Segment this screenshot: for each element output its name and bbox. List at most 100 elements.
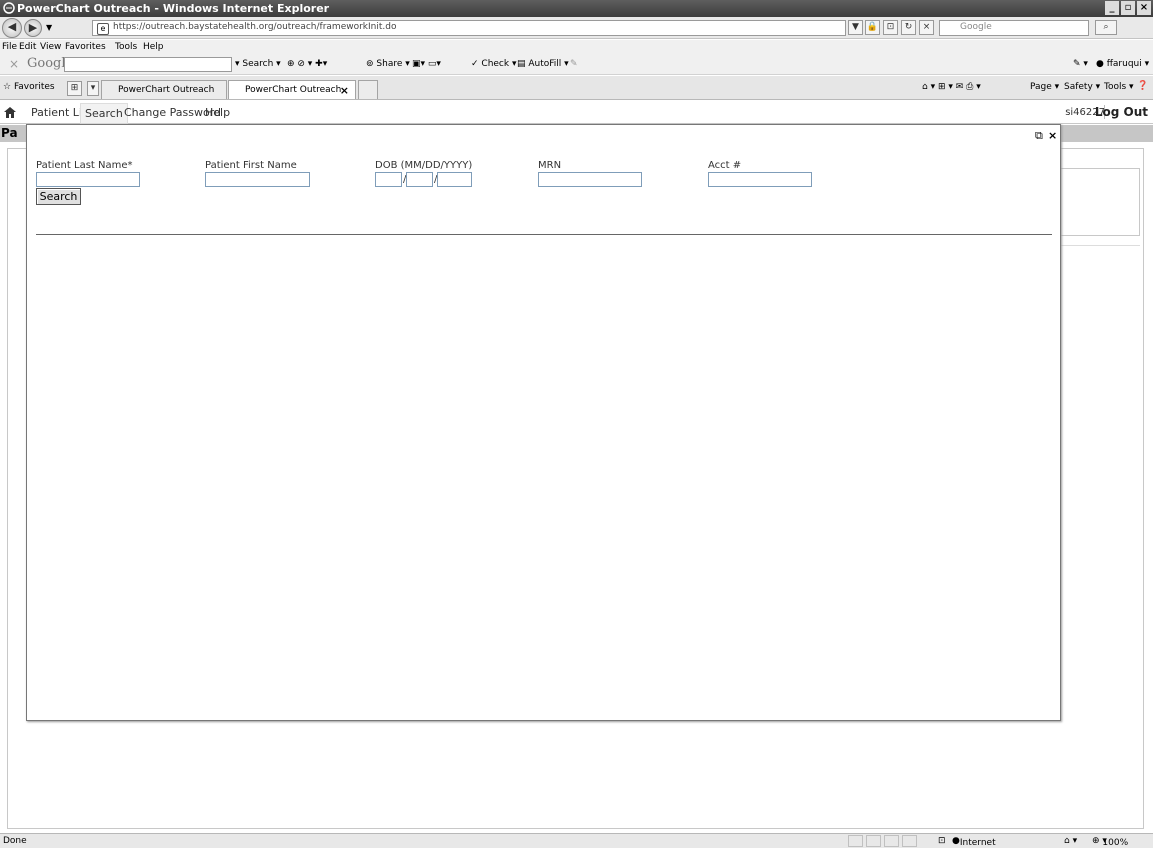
safety-menu-label: Safety: [1064, 82, 1093, 92]
help-icon[interactable]: ❓: [1137, 81, 1148, 91]
protected-mode-icon[interactable]: ⊡: [938, 836, 946, 846]
autofill-label: AutoFill: [528, 59, 562, 69]
acct-input[interactable]: [708, 172, 812, 187]
zone-label: Internet: [959, 838, 996, 848]
status-cell: [884, 835, 899, 847]
zoom-level: 100%: [1102, 838, 1129, 848]
acct-label: Acct #: [708, 160, 742, 171]
spell-check-button[interactable]: ✓ Check ▾: [471, 59, 516, 69]
google-toolbar: × Google ▾ Search ▾ ⊕ ⊘ ▾ ✚▾ ⊚ Share ▾ ▣…: [0, 54, 1153, 75]
page-menu-label: Page: [1030, 82, 1052, 92]
google-search-button[interactable]: ▾ Search ▾: [235, 59, 281, 69]
quick-tabs-icon[interactable]: ⊞: [67, 81, 82, 96]
mrn-input[interactable]: [538, 172, 642, 187]
favorites-bar: ☆ Favorites ⊞ ▾ PowerChart Outreach Powe…: [0, 76, 1153, 100]
close-dialog-icon[interactable]: ×: [1048, 129, 1057, 142]
last-name-input[interactable]: [36, 172, 140, 187]
maximize-button[interactable]: ▫: [1121, 1, 1135, 15]
home-icon[interactable]: ⌂ ▾ ⊞ ▾ ✉ ⎙ ▾: [922, 82, 981, 92]
autofill-button[interactable]: ▤ AutoFill ▾: [517, 59, 569, 69]
toolbar-icons[interactable]: ⊕ ⊘ ▾ ✚▾: [287, 59, 327, 69]
dob-year-input[interactable]: [437, 172, 472, 187]
toolbar-highlight-icons[interactable]: ▣▾ ▭▾: [412, 59, 441, 69]
menu-bar: File Edit View Favorites Tools Help: [0, 40, 1153, 54]
refresh-icon[interactable]: ↻: [901, 20, 916, 35]
background-box: [1058, 168, 1140, 236]
logout-link[interactable]: Log Out: [1095, 105, 1148, 119]
first-name-label: Patient First Name: [205, 160, 297, 171]
page-title: Pa: [1, 126, 18, 140]
restore-icon[interactable]: ⧉: [1035, 129, 1043, 143]
menu-tools[interactable]: Tools: [115, 42, 137, 52]
address-toolbar: ◀ ▶ ▼ e https://outreach.baystatehealth.…: [0, 17, 1153, 39]
tab-powerchart-2[interactable]: PowerChart Outreach ×: [228, 80, 356, 99]
compatibility-view-icon[interactable]: ⊡: [883, 20, 898, 35]
address-url: https://outreach.baystatehealth.org/outr…: [113, 22, 397, 32]
back-button[interactable]: ◀: [2, 18, 22, 38]
tab-label: PowerChart Outreach: [118, 85, 215, 95]
share-label: Share: [376, 59, 403, 69]
app-nav: Patient List Search Change Password Help…: [0, 101, 1153, 124]
favorites-button[interactable]: ☆ Favorites: [3, 82, 55, 92]
zoom-control[interactable]: ⊕ 100% ▾: [1092, 836, 1128, 848]
tab-powerchart-1[interactable]: PowerChart Outreach: [101, 80, 227, 99]
address-bar[interactable]: e https://outreach.baystatehealth.org/ou…: [92, 20, 846, 36]
page-menu[interactable]: Page ▾: [1030, 82, 1059, 92]
window-title-bar: PowerChart Outreach - Windows Internet E…: [0, 0, 1153, 17]
page-icon: e: [97, 23, 109, 35]
menu-help[interactable]: Help: [143, 42, 164, 52]
google-search-input[interactable]: [64, 57, 232, 72]
address-dropdown-icon[interactable]: ▼: [848, 20, 863, 35]
stop-icon[interactable]: ×: [919, 20, 934, 35]
tab-list-icon[interactable]: ▾: [87, 81, 99, 96]
tools-menu-label: Tools: [1104, 82, 1127, 92]
status-bar: Done ⊡ ● Internet ⌂ ▾ ⊕ 100% ▾: [0, 833, 1153, 848]
home-icon[interactable]: [4, 107, 16, 118]
close-window-button[interactable]: ×: [1137, 1, 1151, 15]
lock-icon[interactable]: 🔒: [865, 20, 880, 35]
close-toolbar-icon[interactable]: ×: [9, 57, 19, 71]
close-tab-icon[interactable]: ×: [340, 84, 349, 97]
menu-view[interactable]: View: [40, 42, 61, 52]
menu-edit[interactable]: Edit: [19, 42, 36, 52]
check-label: Check: [481, 59, 510, 69]
minimize-button[interactable]: _: [1105, 1, 1119, 15]
tab-label: PowerChart Outreach: [245, 85, 342, 95]
internet-zone[interactable]: ● Internet: [952, 836, 996, 848]
search-button[interactable]: Search: [36, 188, 81, 205]
safety-menu[interactable]: Safety ▾: [1064, 82, 1100, 92]
google-search-label: Search: [242, 59, 274, 69]
background-divider: [1058, 245, 1140, 246]
account-button[interactable]: ● ffaruqui ▾: [1096, 59, 1149, 69]
status-text: Done: [3, 836, 27, 846]
search-placeholder: Google: [960, 22, 992, 32]
toolbar-settings-icon[interactable]: ✎ ▾: [1073, 59, 1088, 69]
patient-search-dialog: ⧉ × Patient Last Name* Patient First Nam…: [26, 124, 1061, 721]
ie-logo-icon: [3, 2, 15, 14]
recent-pages-dropdown-icon[interactable]: ▼: [46, 23, 52, 32]
dob-day-input[interactable]: [406, 172, 433, 187]
dob-month-input[interactable]: [375, 172, 402, 187]
last-name-label: Patient Last Name*: [36, 160, 133, 171]
status-cell: [848, 835, 863, 847]
status-cell: [866, 835, 881, 847]
search-input[interactable]: Google: [939, 20, 1089, 36]
share-button[interactable]: ⊚ Share ▾: [366, 59, 410, 69]
forward-button[interactable]: ▶: [24, 19, 42, 37]
mrn-label: MRN: [538, 160, 562, 171]
new-tab-button[interactable]: [358, 80, 378, 99]
manage-addons-icon[interactable]: ⌂ ▾: [1064, 836, 1077, 846]
menu-file[interactable]: File: [2, 42, 17, 52]
search-go-icon[interactable]: ⌕: [1095, 20, 1117, 35]
nav-search[interactable]: Search: [80, 103, 128, 124]
window-title: PowerChart Outreach - Windows Internet E…: [17, 2, 330, 15]
first-name-input[interactable]: [205, 172, 310, 187]
send-to-icon[interactable]: ✎: [570, 59, 578, 69]
menu-favorites[interactable]: Favorites: [65, 42, 106, 52]
status-cell: [902, 835, 917, 847]
tools-menu[interactable]: Tools ▾: [1104, 82, 1134, 92]
results-divider: [36, 234, 1052, 235]
dob-label: DOB (MM/DD/YYYY): [375, 160, 473, 171]
account-name: ffaruqui: [1106, 59, 1142, 69]
nav-help[interactable]: Help: [205, 106, 230, 119]
